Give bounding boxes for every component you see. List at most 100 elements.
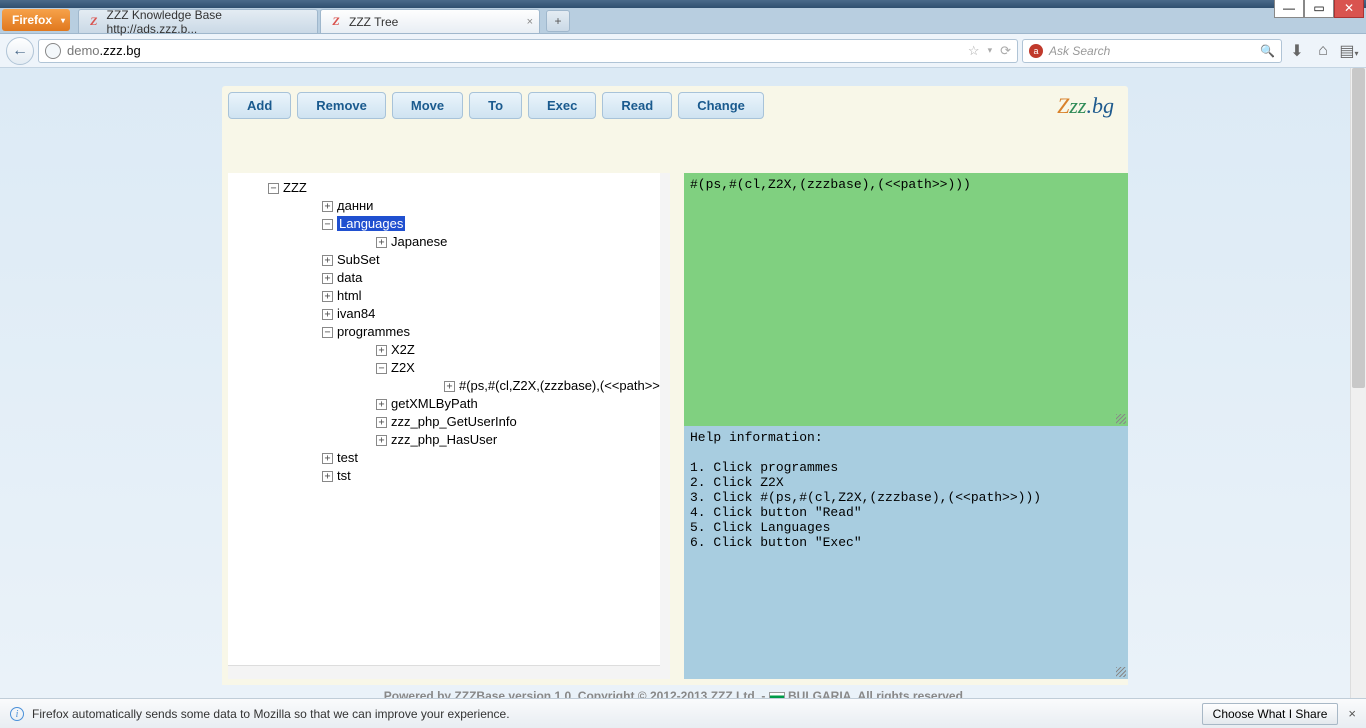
notification-text: Firefox automatically sends some data to… bbox=[32, 707, 510, 721]
reload-icon[interactable]: ⟳ bbox=[1000, 43, 1011, 59]
expand-icon[interactable]: + bbox=[322, 471, 333, 482]
downloads-icon[interactable]: ⬇ bbox=[1286, 41, 1308, 61]
tree-node[interactable]: + SubSet bbox=[322, 251, 664, 269]
tab-strip: Firefox Z ZZZ Knowledge Base http://ads.… bbox=[0, 8, 1366, 34]
tree-node[interactable]: −Z2X bbox=[376, 359, 664, 377]
expand-icon[interactable]: + bbox=[322, 453, 333, 464]
search-icon[interactable]: 🔍 bbox=[1260, 44, 1275, 58]
tree-label: tst bbox=[337, 468, 351, 483]
tree-node[interactable]: + getXMLByPath bbox=[376, 395, 664, 413]
code-box[interactable]: #(ps,#(cl,Z2X,(zzzbase),(<<path>>))) bbox=[684, 173, 1128, 426]
tree-h-scrollbar[interactable] bbox=[228, 665, 668, 679]
tree-node-languages[interactable]: −Languages bbox=[322, 215, 664, 233]
tab-close-icon[interactable]: × bbox=[527, 16, 533, 28]
tree-node[interactable]: +Japanese bbox=[376, 233, 664, 251]
tree-label: #(ps,#(cl,Z2X,(zzzbase),(<<path>>))) bbox=[459, 378, 668, 393]
help-box[interactable]: Help information: 1. Click programmes 2.… bbox=[684, 426, 1128, 679]
tree-label: zzz_php_HasUser bbox=[391, 432, 497, 447]
add-button[interactable]: Add bbox=[228, 92, 291, 119]
collapse-icon[interactable]: − bbox=[322, 327, 333, 338]
choose-share-button[interactable]: Choose What I Share bbox=[1202, 703, 1339, 725]
tree-label: X2Z bbox=[391, 342, 415, 357]
window-maximize-button[interactable] bbox=[1304, 0, 1334, 18]
window-close-button[interactable] bbox=[1334, 0, 1364, 18]
tab-title: ZZZ Knowledge Base http://ads.zzz.b... bbox=[107, 8, 309, 36]
tree-node-root[interactable]: −ZZZ bbox=[268, 179, 664, 197]
collapse-icon[interactable]: − bbox=[322, 219, 333, 230]
collapse-icon[interactable]: − bbox=[376, 363, 387, 374]
change-button[interactable]: Change bbox=[678, 92, 764, 119]
tree-label: programmes bbox=[337, 324, 410, 339]
exec-button[interactable]: Exec bbox=[528, 92, 596, 119]
tree-node[interactable]: + X2Z bbox=[376, 341, 664, 359]
tree-node[interactable]: + данни bbox=[322, 197, 664, 215]
expand-icon[interactable]: + bbox=[322, 201, 333, 212]
toolbar: Add Remove Move To Exec Read Change Zzz.… bbox=[222, 86, 1128, 125]
tree-node[interactable]: + test bbox=[322, 449, 664, 467]
tree-label: Z2X bbox=[391, 360, 415, 375]
app-container: Add Remove Move To Exec Read Change Zzz.… bbox=[222, 86, 1128, 698]
page-viewport: Add Remove Move To Exec Read Change Zzz.… bbox=[0, 68, 1350, 698]
tree-node[interactable]: +ivan84 bbox=[322, 305, 664, 323]
remove-button[interactable]: Remove bbox=[297, 92, 386, 119]
collapse-icon[interactable]: − bbox=[268, 183, 279, 194]
search-placeholder: Ask Search bbox=[1049, 44, 1110, 58]
tree: −ZZZ +данни −Languages +Japanese +SubSet… bbox=[228, 173, 668, 491]
expand-icon[interactable]: + bbox=[376, 435, 387, 446]
favicon-icon: Z bbox=[87, 15, 101, 29]
new-tab-button[interactable]: + bbox=[546, 10, 570, 32]
firefox-label: Firefox bbox=[12, 13, 52, 27]
expand-icon[interactable]: + bbox=[376, 237, 387, 248]
footer-text-a: Powered by ZZZBase version 1.0. Copyrigh… bbox=[384, 689, 769, 698]
expand-icon[interactable]: + bbox=[322, 255, 333, 266]
window-minimize-button[interactable] bbox=[1274, 0, 1304, 18]
tree-label: test bbox=[337, 450, 358, 465]
expand-icon[interactable]: + bbox=[376, 345, 387, 356]
tree-label-selected: Languages bbox=[337, 216, 405, 231]
expand-icon[interactable]: + bbox=[376, 399, 387, 410]
move-button[interactable]: Move bbox=[392, 92, 463, 119]
search-bar[interactable]: a Ask Search 🔍 bbox=[1022, 39, 1282, 63]
expand-icon[interactable]: + bbox=[322, 273, 333, 284]
favicon-icon: Z bbox=[329, 15, 343, 29]
right-panel: #(ps,#(cl,Z2X,(zzzbase),(<<path>>))) Hel… bbox=[684, 173, 1128, 679]
url-bar[interactable]: demo.zzz.bg ☆ ▾ ⟳ bbox=[38, 39, 1018, 63]
url-domain: .zzz.bg bbox=[100, 43, 141, 58]
dropdown-icon[interactable]: ▾ bbox=[988, 45, 993, 56]
tree-node[interactable]: +zzz_php_GetUserInfo bbox=[376, 413, 664, 431]
tree-node[interactable]: −programmes bbox=[322, 323, 664, 341]
bookmark-icon[interactable]: ☆ bbox=[968, 43, 980, 59]
scrollbar-thumb[interactable] bbox=[1352, 68, 1365, 388]
tab-active[interactable]: Z ZZZ Tree × bbox=[320, 9, 540, 33]
tree-node[interactable]: + tst bbox=[322, 467, 664, 485]
info-icon: i bbox=[10, 707, 24, 721]
expand-icon[interactable]: + bbox=[322, 291, 333, 302]
footer-text-b: BULGARIA. All rights reserved. bbox=[785, 689, 967, 698]
tree-panel: −ZZZ +данни −Languages +Japanese +SubSet… bbox=[228, 173, 668, 679]
notification-close-icon[interactable]: × bbox=[1348, 706, 1356, 721]
tree-node[interactable]: + #(ps,#(cl,Z2X,(zzzbase),(<<path>>))) bbox=[444, 377, 668, 395]
firefox-menu-button[interactable]: Firefox bbox=[2, 9, 70, 31]
home-icon[interactable]: ⌂ bbox=[1312, 42, 1334, 60]
logo-bg: .bg bbox=[1087, 93, 1115, 118]
notification-bar: i Firefox automatically sends some data … bbox=[0, 698, 1366, 728]
expand-icon[interactable]: + bbox=[444, 381, 455, 392]
read-button[interactable]: Read bbox=[602, 92, 672, 119]
tree-node[interactable]: + zzz_php_HasUser bbox=[376, 431, 664, 449]
tree-label: SubSet bbox=[337, 252, 380, 267]
expand-icon[interactable]: + bbox=[322, 309, 333, 320]
tree-label: html bbox=[337, 288, 362, 303]
tab-title: ZZZ Tree bbox=[349, 15, 398, 29]
expand-icon[interactable]: + bbox=[376, 417, 387, 428]
tree-label: getXMLByPath bbox=[391, 396, 478, 411]
tree-node[interactable]: + html bbox=[322, 287, 664, 305]
bookmarks-menu-icon[interactable]: ▤▾ bbox=[1338, 41, 1360, 61]
back-button[interactable]: ← bbox=[6, 37, 34, 65]
window-v-scrollbar[interactable] bbox=[1350, 68, 1366, 698]
tab-inactive[interactable]: Z ZZZ Knowledge Base http://ads.zzz.b... bbox=[78, 9, 318, 33]
tree-label: данни bbox=[337, 198, 373, 213]
footer: Powered by ZZZBase version 1.0. Copyrigh… bbox=[222, 685, 1128, 698]
tree-node[interactable]: +data bbox=[322, 269, 664, 287]
tree-v-scrollbar[interactable] bbox=[660, 173, 670, 679]
to-button[interactable]: To bbox=[469, 92, 522, 119]
